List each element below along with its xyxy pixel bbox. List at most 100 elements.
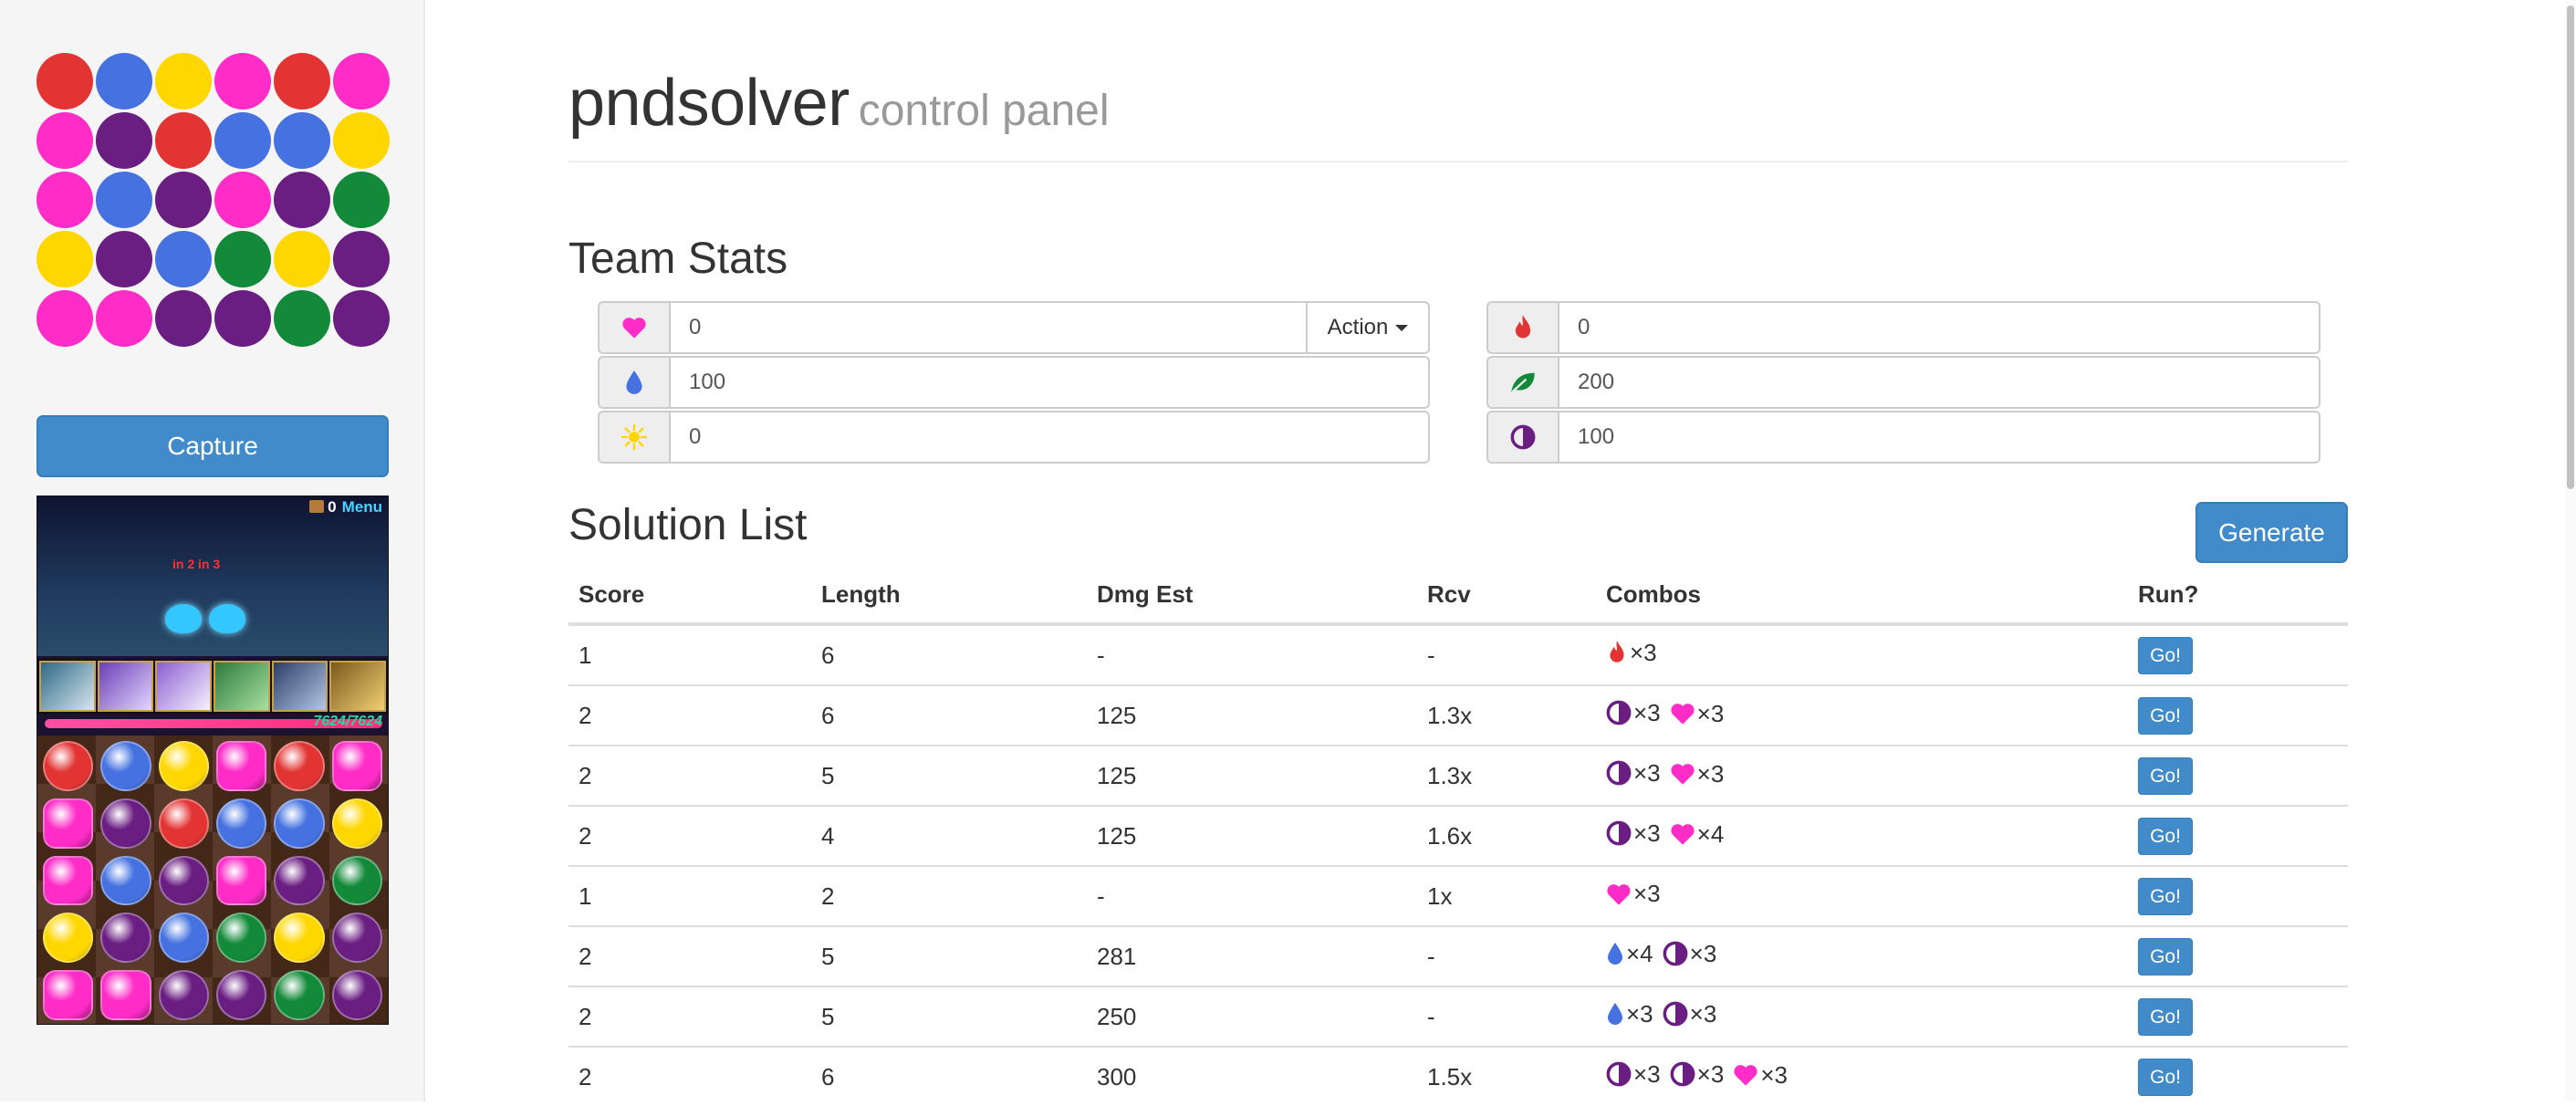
dmg-est-cell: 300 — [1087, 1046, 1417, 1106]
go-button[interactable]: Go! — [2138, 997, 2193, 1036]
orb — [155, 290, 212, 347]
orb — [155, 53, 212, 110]
go-button[interactable]: Go! — [2138, 696, 2193, 735]
go-button[interactable]: Go! — [2138, 817, 2193, 855]
table-row: 1 2-1x ×3 Go! — [568, 865, 2348, 926]
generate-button[interactable]: Generate — [2195, 502, 2348, 563]
combo-count: ×3 — [1630, 638, 1657, 666]
page-scrollbar[interactable] — [2565, 0, 2576, 1101]
water-orb — [100, 741, 151, 791]
go-button[interactable]: Go! — [2138, 877, 2193, 915]
water-orb — [158, 913, 209, 964]
heart-orb — [331, 741, 382, 791]
team-monster — [271, 661, 329, 712]
action-dropdown-button[interactable]: Action — [1308, 301, 1430, 354]
combos-cell: ×3 ×3 ×3 — [1596, 1046, 2128, 1106]
combo: ×3 — [1606, 880, 1661, 908]
combo: ×3 — [1606, 639, 1657, 667]
rcv-cell: - — [1417, 986, 1596, 1047]
wood-leaf-icon — [1486, 356, 1558, 409]
dark-half-circle-icon — [1663, 941, 1690, 966]
orb — [96, 172, 152, 228]
heart-orb — [215, 741, 267, 791]
combos-cell: ×3 ×3 — [1596, 986, 2128, 1047]
col-header-length: Length — [811, 566, 1087, 626]
orb — [333, 53, 390, 110]
team-portraits — [37, 659, 388, 714]
orb — [96, 53, 152, 110]
combo: ×3 — [1606, 819, 1661, 848]
dark-half-circle-icon — [1606, 820, 1633, 846]
dmg-est-cell: 125 — [1087, 745, 1417, 806]
dark-orb — [274, 855, 325, 906]
light-stat-input[interactable] — [669, 411, 1430, 464]
water-drop-icon — [1606, 1001, 1626, 1027]
orb — [37, 172, 93, 228]
combo-count: ×3 — [1760, 1060, 1788, 1089]
dmg-est-cell: 281 — [1087, 925, 1417, 986]
orb — [37, 231, 93, 287]
go-button[interactable]: Go! — [2138, 1058, 2193, 1096]
page-subtitle: control panel — [858, 87, 1110, 135]
heart-icon — [1733, 1063, 1760, 1087]
run-cell: Go! — [2128, 805, 2348, 866]
water-stat-input[interactable] — [669, 356, 1430, 409]
score-cell: 2 — [568, 805, 811, 866]
dark-half-circle-icon — [1486, 411, 1558, 464]
wood-orb — [274, 970, 325, 1020]
rcv-cell: - — [1417, 623, 1596, 685]
wood-orb — [215, 913, 267, 964]
dark-stat-input[interactable] — [1558, 411, 2320, 464]
score-cell: 2 — [568, 925, 811, 986]
water-drop-icon — [598, 356, 669, 409]
go-button[interactable]: Go! — [2138, 636, 2193, 674]
go-button[interactable]: Go! — [2138, 756, 2193, 795]
wood-stat-input[interactable] — [1558, 356, 2320, 409]
combos-cell: ×3 — [1596, 865, 2128, 926]
fire-stat-input[interactable] — [1558, 301, 2320, 354]
combo-count: ×3 — [1633, 880, 1661, 908]
rcv-cell: 1.6x — [1417, 805, 1596, 866]
table-row: 2 5 125 1.3x ×3 ×3 Go! — [568, 745, 2348, 806]
combos-cell: ×3 ×3 — [1596, 745, 2128, 806]
rcv-cell: 1.3x — [1417, 684, 1596, 746]
combo-count: ×3 — [1689, 999, 1717, 1028]
enemy-turn-text: in 2 in 3 — [172, 557, 221, 571]
table-row: 2 4 125 1.6x ×3 ×4 Go! — [568, 805, 2348, 866]
go-button[interactable]: Go! — [2138, 937, 2193, 976]
dmg-est-cell: 250 — [1087, 986, 1417, 1047]
light-sun-icon — [598, 411, 669, 464]
solution-list-heading: Solution List — [568, 501, 808, 549]
team-stats-heading: Team Stats — [568, 235, 788, 283]
orb — [333, 112, 390, 169]
orb — [274, 112, 330, 169]
heart-orb — [43, 798, 94, 849]
heart-orb — [43, 970, 94, 1020]
orb — [333, 231, 390, 287]
length-cell: 2 — [811, 865, 1087, 926]
score-cell: 2 — [568, 745, 811, 806]
heart-icon — [1606, 882, 1633, 906]
capture-button[interactable]: Capture — [37, 415, 389, 477]
combo-count: ×3 — [1633, 758, 1661, 787]
rcv-cell: 1.3x — [1417, 745, 1596, 806]
orb — [37, 112, 93, 169]
orb — [96, 112, 152, 169]
dmg-est-cell: - — [1087, 623, 1417, 685]
fire-orb — [43, 741, 94, 791]
orb — [274, 231, 330, 287]
stat-row-water — [598, 356, 1430, 409]
heart-stat-input[interactable] — [669, 301, 1308, 354]
stat-row-wood — [1486, 356, 2320, 409]
team-monster — [39, 661, 96, 712]
table-row: 2 6 125 1.3x ×3 ×3 Go! — [568, 684, 2348, 746]
combo-count: ×3 — [1696, 699, 1725, 727]
heart-orb — [100, 970, 151, 1020]
scrollbar-thumb[interactable] — [2567, 5, 2574, 489]
length-cell: 6 — [811, 684, 1087, 746]
orb — [155, 231, 212, 287]
orb — [155, 172, 212, 228]
combo-count: ×3 — [1626, 999, 1653, 1028]
run-cell: Go! — [2128, 623, 2348, 685]
stat-row-heart: Action — [598, 301, 1430, 354]
